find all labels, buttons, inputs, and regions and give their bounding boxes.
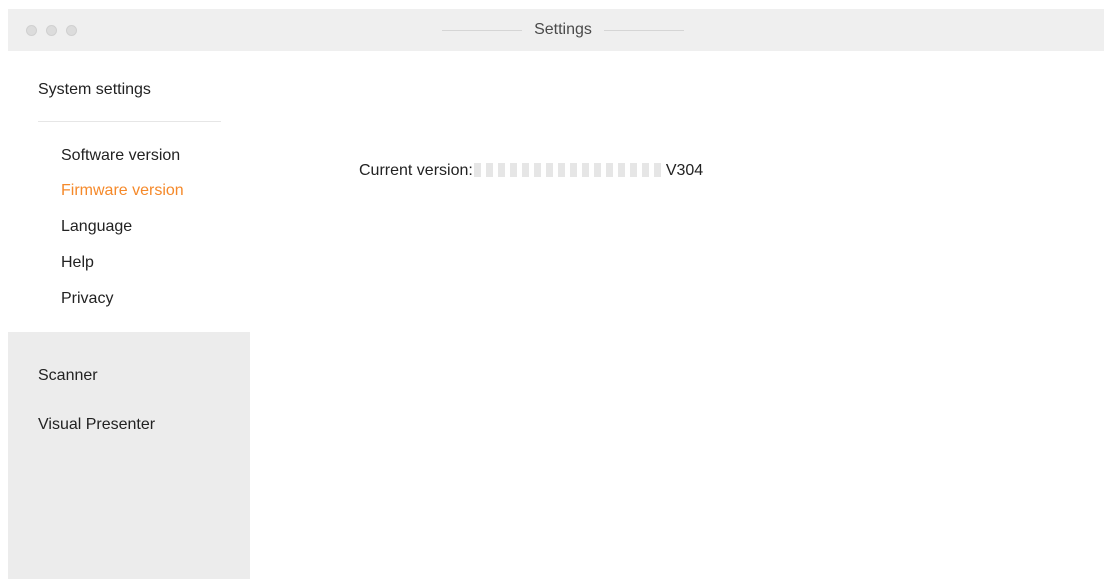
current-version-label: Current version: — [359, 162, 473, 179]
sidebar-item-firmware-version[interactable]: Firmware version — [61, 182, 184, 200]
window-title: Settings — [534, 21, 592, 38]
close-window-button[interactable] — [26, 25, 37, 36]
sidebar-item-privacy[interactable]: Privacy — [61, 290, 113, 308]
settings-window: Settings System settings Software versio… — [8, 9, 1104, 579]
sidebar-item-language[interactable]: Language — [61, 218, 132, 236]
sidebar-section-scanner[interactable]: Scanner — [38, 367, 98, 385]
sidebar-section-visual-presenter[interactable]: Visual Presenter — [38, 416, 155, 434]
zoom-window-button[interactable] — [66, 25, 77, 36]
redacted-version-text — [473, 163, 664, 177]
sidebar-system-settings-panel: System settings Software version Firmwar… — [8, 51, 250, 332]
version-suffix: V304 — [665, 162, 704, 179]
window-title-group: Settings — [432, 9, 694, 51]
sidebar-section-system-settings[interactable]: System settings — [38, 81, 151, 99]
firmware-version-info: Current version: V304 — [359, 162, 703, 180]
title-divider-left — [442, 29, 523, 31]
sidebar-item-software-version[interactable]: Software version — [61, 147, 180, 165]
minimize-window-button[interactable] — [46, 25, 57, 36]
sidebar-divider — [38, 121, 221, 122]
title-bar: Settings — [8, 9, 1104, 51]
sidebar-devices-panel: Scanner Visual Presenter — [8, 332, 250, 579]
title-divider-right — [603, 29, 684, 31]
sidebar-item-help[interactable]: Help — [61, 254, 94, 272]
